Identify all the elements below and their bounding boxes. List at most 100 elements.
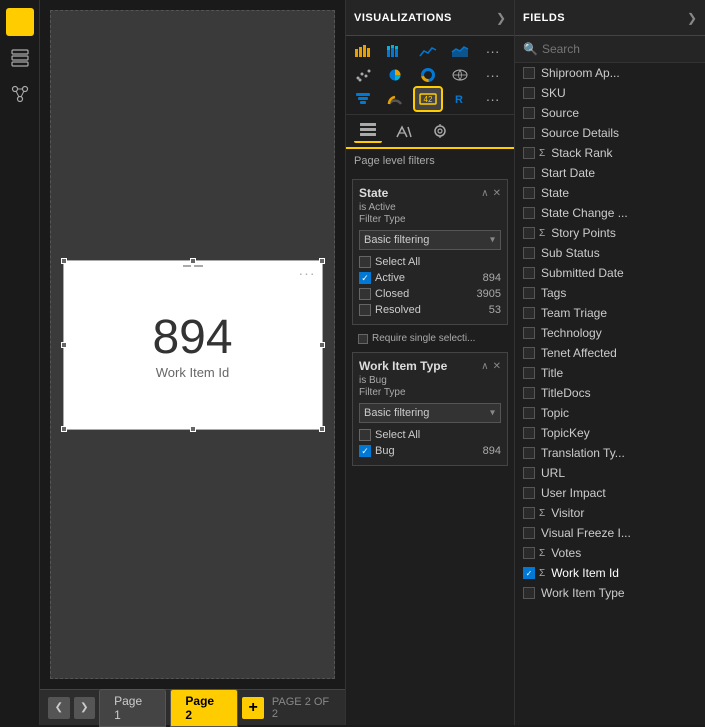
work-item-type-filter-expand[interactable]: ∧ xyxy=(481,361,488,372)
page-2-tab[interactable]: Page 2 xyxy=(170,689,238,727)
field-item[interactable]: ΣVotes xyxy=(515,543,705,563)
field-item[interactable]: Source Details xyxy=(515,123,705,143)
field-checkbox[interactable] xyxy=(523,167,535,179)
field-item[interactable]: Source xyxy=(515,103,705,123)
state-closed-checkbox[interactable] xyxy=(359,288,371,300)
viz-stacked-bar-btn[interactable] xyxy=(382,40,408,62)
resize-bm[interactable] xyxy=(190,426,196,432)
field-checkbox[interactable] xyxy=(523,67,535,79)
field-checkbox[interactable] xyxy=(523,227,535,239)
work-item-type-filter-clear[interactable]: ✕ xyxy=(493,361,501,372)
add-page-btn[interactable]: + xyxy=(242,697,264,719)
fields-panel-arrow[interactable]: ❯ xyxy=(687,11,697,25)
field-checkbox[interactable] xyxy=(523,347,535,359)
field-item[interactable]: Visual Freeze I... xyxy=(515,523,705,543)
page-1-tab[interactable]: Page 1 xyxy=(99,689,166,727)
field-item[interactable]: Submitted Date xyxy=(515,263,705,283)
field-item[interactable]: Sub Status xyxy=(515,243,705,263)
field-item[interactable]: Translation Ty... xyxy=(515,443,705,463)
data-icon[interactable] xyxy=(6,44,34,72)
work-item-type-select-all-checkbox[interactable] xyxy=(359,429,371,441)
page-next-btn[interactable]: ❯ xyxy=(74,697,96,719)
require-single-checkbox[interactable] xyxy=(358,334,368,344)
field-checkbox[interactable] xyxy=(523,287,535,299)
metric-card[interactable]: ··· 894 Work Item Id xyxy=(63,260,323,430)
fields-search-input[interactable] xyxy=(542,42,697,56)
field-checkbox[interactable] xyxy=(523,367,535,379)
viz-gauge-btn[interactable] xyxy=(382,88,408,110)
field-checkbox[interactable] xyxy=(523,107,535,119)
field-item[interactable]: Start Date xyxy=(515,163,705,183)
viz-area-btn[interactable] xyxy=(447,40,473,62)
field-checkbox[interactable] xyxy=(523,527,535,539)
field-item[interactable]: ΣWork Item Id xyxy=(515,563,705,583)
viz-tab-fields[interactable] xyxy=(354,119,382,143)
field-checkbox[interactable] xyxy=(523,127,535,139)
viz-map-btn[interactable] xyxy=(447,64,473,86)
field-item[interactable]: TitleDocs xyxy=(515,383,705,403)
field-item[interactable]: TopicKey xyxy=(515,423,705,443)
field-item[interactable]: Title xyxy=(515,363,705,383)
resize-rm[interactable] xyxy=(319,342,325,348)
field-item[interactable]: User Impact xyxy=(515,483,705,503)
viz-line-btn[interactable] xyxy=(415,40,441,62)
state-select-all-checkbox[interactable] xyxy=(359,256,371,268)
field-checkbox[interactable] xyxy=(523,187,535,199)
field-checkbox[interactable] xyxy=(523,387,535,399)
field-checkbox[interactable] xyxy=(523,487,535,499)
field-checkbox[interactable] xyxy=(523,327,535,339)
field-checkbox[interactable] xyxy=(523,507,535,519)
work-item-type-bug-checkbox[interactable] xyxy=(359,445,371,457)
viz-panel-arrow[interactable]: ❯ xyxy=(496,11,506,25)
field-item[interactable]: Tags xyxy=(515,283,705,303)
field-checkbox[interactable] xyxy=(523,207,535,219)
viz-card-btn[interactable]: 42 xyxy=(415,88,441,110)
field-item[interactable]: ΣVisitor xyxy=(515,503,705,523)
viz-tab-format[interactable] xyxy=(390,119,418,143)
field-checkbox[interactable] xyxy=(523,87,535,99)
viz-donut-btn[interactable] xyxy=(415,64,441,86)
model-icon[interactable] xyxy=(6,80,34,108)
viz-pie-btn[interactable] xyxy=(382,64,408,86)
field-item[interactable]: ΣStory Points xyxy=(515,223,705,243)
resize-bl[interactable] xyxy=(61,426,67,432)
viz-r-btn[interactable]: R xyxy=(447,88,473,110)
field-checkbox[interactable] xyxy=(523,307,535,319)
field-checkbox[interactable] xyxy=(523,147,535,159)
state-active-checkbox[interactable] xyxy=(359,272,371,284)
field-checkbox[interactable] xyxy=(523,587,535,599)
report-icon[interactable] xyxy=(6,8,34,36)
options-dots[interactable]: ··· xyxy=(299,265,316,281)
field-item[interactable]: URL xyxy=(515,463,705,483)
state-filter-type-select[interactable]: Basic filtering Advanced filtering xyxy=(359,230,501,250)
field-item[interactable]: ΣStack Rank xyxy=(515,143,705,163)
state-filter-clear[interactable]: ✕ xyxy=(493,188,501,199)
viz-more-row1-btn[interactable]: ··· xyxy=(480,40,506,62)
resize-lm[interactable] xyxy=(61,342,67,348)
field-checkbox[interactable] xyxy=(523,467,535,479)
field-item[interactable]: Team Triage xyxy=(515,303,705,323)
field-item[interactable]: Topic xyxy=(515,403,705,423)
field-item[interactable]: SKU xyxy=(515,83,705,103)
page-prev-btn[interactable]: ❮ xyxy=(48,697,70,719)
resize-tm[interactable] xyxy=(190,258,196,264)
state-filter-expand[interactable]: ∧ xyxy=(481,188,488,199)
field-item[interactable]: Technology xyxy=(515,323,705,343)
resize-tr[interactable] xyxy=(319,258,325,264)
resize-tl[interactable] xyxy=(61,258,67,264)
resize-br[interactable] xyxy=(319,426,325,432)
field-checkbox[interactable] xyxy=(523,447,535,459)
viz-more-row2-btn[interactable]: ··· xyxy=(480,64,506,86)
field-item[interactable]: State xyxy=(515,183,705,203)
field-item[interactable]: Tenet Affected xyxy=(515,343,705,363)
field-item[interactable]: Shiproom Ap... xyxy=(515,63,705,83)
field-checkbox[interactable] xyxy=(523,267,535,279)
viz-bar-chart-btn[interactable] xyxy=(350,40,376,62)
field-checkbox[interactable] xyxy=(523,427,535,439)
state-resolved-checkbox[interactable] xyxy=(359,304,371,316)
field-checkbox[interactable] xyxy=(523,567,535,579)
viz-funnel-btn[interactable] xyxy=(350,88,376,110)
field-item[interactable]: Work Item Type xyxy=(515,583,705,603)
field-checkbox[interactable] xyxy=(523,547,535,559)
field-item[interactable]: State Change ... xyxy=(515,203,705,223)
